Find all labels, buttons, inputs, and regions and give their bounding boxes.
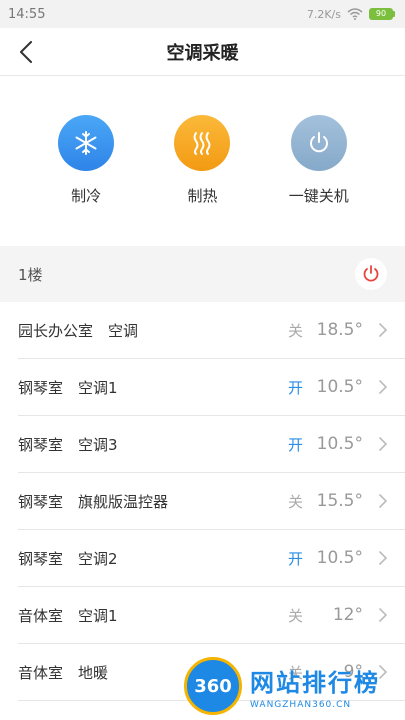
- back-button[interactable]: [12, 38, 40, 66]
- power-off-label: 一键关机: [288, 187, 349, 205]
- chevron-right-icon: [379, 494, 388, 508]
- device-name: 钢琴室 旗舰版温控器: [18, 492, 169, 511]
- heating-button[interactable]: 制热: [157, 100, 247, 230]
- cooling-button[interactable]: 制冷: [41, 100, 131, 230]
- cooling-label: 制冷: [71, 187, 102, 205]
- device-temperature: 10.5°: [316, 548, 363, 568]
- power-icon: [309, 132, 328, 153]
- device-state: 开: [287, 549, 303, 568]
- battery-level: 90: [369, 8, 393, 20]
- heating-circle: [174, 115, 231, 171]
- chevron-right-icon: [379, 380, 388, 394]
- device-row[interactable]: 钢琴室 旗舰版温控器 关 15.5°: [18, 473, 405, 530]
- chevron-right-icon: [379, 323, 388, 337]
- device-row[interactable]: 园长办公室 空调 关 18.5°: [18, 302, 405, 359]
- chevron-left-icon: [20, 41, 32, 63]
- app-header: 空调采暖: [0, 28, 405, 76]
- device-temperature: 18.5°: [316, 320, 363, 340]
- device-temperature: 10.5°: [316, 434, 363, 454]
- chevron-right-icon: [379, 551, 388, 565]
- watermark-logo: 360: [184, 657, 242, 715]
- chevron-right-icon: [379, 608, 388, 622]
- device-name: 音体室 空调1: [18, 606, 118, 625]
- device-list: 园长办公室 空调 关 18.5° 钢琴室 空调1 开 10.5° 钢琴室 空调3…: [0, 302, 405, 701]
- power-off-circle: [290, 115, 347, 171]
- device-state: 开: [287, 378, 303, 397]
- device-row[interactable]: 钢琴室 空调3 开 10.5°: [18, 416, 405, 473]
- device-name: 钢琴室 空调1: [18, 378, 118, 397]
- site-watermark: 360 网站排行榜 WANGZHAN360.CN: [184, 655, 399, 717]
- floor-section-header: 1楼: [0, 246, 405, 302]
- device-temperature: 12°: [332, 605, 363, 625]
- device-name: 钢琴室 空调3: [18, 435, 118, 454]
- watermark-name: 网站排行榜: [250, 668, 380, 697]
- network-speed: 7.2K/s: [306, 7, 341, 21]
- device-temperature: 15.5°: [316, 491, 363, 511]
- device-row[interactable]: 钢琴室 空调1 开 10.5°: [18, 359, 405, 416]
- device-state: 开: [287, 435, 303, 454]
- status-time: 14:55: [8, 6, 46, 22]
- floor-title: 1楼: [18, 265, 43, 284]
- device-row[interactable]: 钢琴室 空调2 开 10.5°: [18, 530, 405, 587]
- status-bar: 14:55 7.2K/s 90: [0, 0, 405, 28]
- status-icons: 7.2K/s 90: [307, 8, 395, 21]
- power-off-all-button[interactable]: 一键关机: [274, 100, 364, 230]
- device-name: 钢琴室 空调2: [18, 549, 118, 568]
- device-state: 关: [287, 606, 303, 625]
- device-state: 关: [287, 492, 303, 511]
- device-row[interactable]: 音体室 空调1 关 12°: [18, 587, 405, 644]
- heat-waves-icon: [193, 132, 211, 155]
- battery-icon: 90: [369, 8, 395, 20]
- quick-actions: 制冷 制热 一键关机: [0, 100, 405, 230]
- snowflake-icon: [75, 131, 97, 155]
- page-title: 空调采暖: [166, 42, 239, 64]
- heating-label: 制热: [187, 187, 218, 205]
- floor-power-button[interactable]: [355, 258, 387, 290]
- power-icon: [363, 265, 379, 282]
- device-state: 关: [287, 321, 303, 340]
- wifi-icon: [347, 8, 363, 20]
- watermark-text: 网站排行榜 WANGZHAN360.CN: [250, 663, 380, 710]
- watermark-domain: WANGZHAN360.CN: [250, 699, 352, 710]
- device-temperature: 10.5°: [316, 377, 363, 397]
- cooling-circle: [58, 115, 115, 171]
- chevron-right-icon: [379, 437, 388, 451]
- device-name: 园长办公室 空调: [18, 321, 139, 340]
